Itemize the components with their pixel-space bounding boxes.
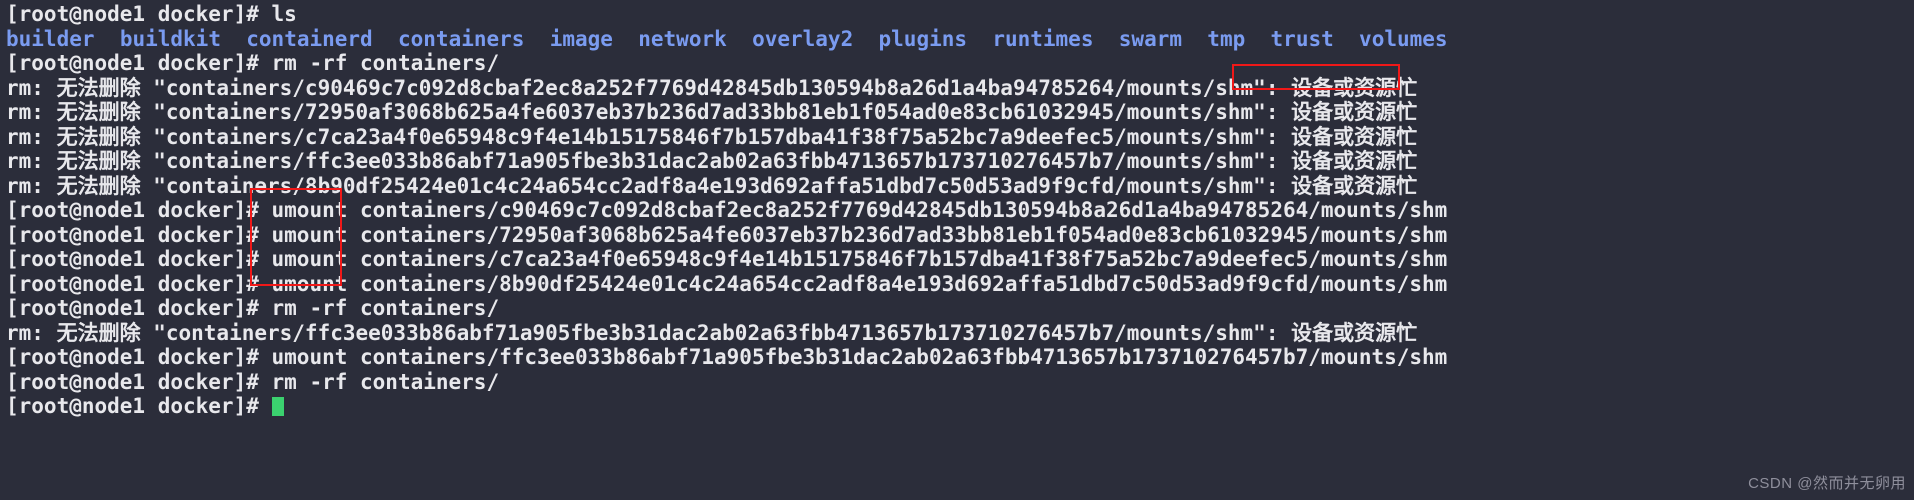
shell-prompt: [root@node1 docker]# xyxy=(6,2,272,26)
shell-prompt: [root@node1 docker]# xyxy=(6,271,272,296)
terminal-line: [root@node1 docker]# umount containers/c… xyxy=(2,247,1914,272)
directory-entry-tmp: tmp xyxy=(1207,26,1246,51)
error-suffix: ": xyxy=(1253,173,1292,198)
directory-entry-containerd: containerd xyxy=(246,26,373,51)
directory-gap xyxy=(524,27,549,51)
shell-prompt: [root@node1 docker]# xyxy=(6,369,272,394)
error-reason: 设备或资源忙 xyxy=(1291,100,1418,124)
terminal-line: rm: 无法删除 "containers/72950af3068b625a4fe… xyxy=(2,100,1914,125)
directory-gap xyxy=(1245,27,1270,51)
error-reason: 设备或资源忙 xyxy=(1291,75,1418,100)
shell-prompt: [root@node1 docker]# xyxy=(6,296,272,320)
directory-gap xyxy=(613,27,638,51)
error-reason: 设备或资源忙 xyxy=(1291,149,1418,173)
error-target-path: containers/72950af3068b625a4fe6037eb37b2… xyxy=(165,100,1254,124)
error-target-path: containers/c90469c7c092d8cbaf2ec8a252f77… xyxy=(165,75,1254,100)
shell-prompt: [root@node1 docker]# xyxy=(6,394,272,418)
directory-entry-containers: containers xyxy=(398,26,525,51)
directory-entry-trust: trust xyxy=(1270,26,1334,51)
error-reason: 设备或资源忙 xyxy=(1291,173,1418,198)
terminal-line: rm: 无法删除 "containers/ffc3ee033b86abf71a9… xyxy=(2,321,1914,346)
shell-command: ls xyxy=(271,2,297,26)
error-suffix: ": xyxy=(1253,320,1292,345)
watermark: CSDN @然而并无卵用 xyxy=(1748,474,1906,492)
error-target-path: containers/8b90df25424e01c4c24a654cc2adf… xyxy=(165,173,1254,198)
directory-entry-image: image xyxy=(549,26,613,51)
directory-entry-swarm: swarm xyxy=(1118,26,1182,51)
directory-entry-builder: builder xyxy=(6,26,95,51)
shell-command: rm -rf containers/ xyxy=(271,296,500,320)
terminal-line: [root@node1 docker]# umount containers/7… xyxy=(2,223,1914,248)
directory-gap xyxy=(1093,27,1118,51)
error-suffix: ": xyxy=(1253,149,1292,173)
error-prefix: rm: 无法删除 " xyxy=(6,75,166,100)
error-reason: 设备或资源忙 xyxy=(1291,320,1418,345)
error-prefix: rm: 无法删除 " xyxy=(6,149,166,173)
directory-entry-network: network xyxy=(638,26,727,51)
error-suffix: ": xyxy=(1253,100,1292,124)
shell-command: rm -rf containers/ xyxy=(271,369,500,394)
terminal-line: builder buildkit containerd containers i… xyxy=(2,27,1914,52)
directory-entry-runtimes: runtimes xyxy=(992,26,1094,51)
terminal-window[interactable]: [root@node1 docker]# ls builder buildkit … xyxy=(0,0,1914,500)
terminal-line: [root@node1 docker]# umount containers/8… xyxy=(2,272,1914,297)
cursor-block xyxy=(271,397,284,416)
shell-prompt: [root@node1 docker]# xyxy=(6,247,272,271)
terminal-line: rm: 无法删除 "containers/c90469c7c092d8cbaf2… xyxy=(2,76,1914,101)
directory-entry-plugins: plugins xyxy=(878,26,968,51)
error-target-path: containers/ffc3ee033b86abf71a905fbe3b31d… xyxy=(165,149,1254,173)
error-prefix: rm: 无法删除 " xyxy=(6,173,166,198)
shell-command: umount containers/72950af3068b625a4fe603… xyxy=(271,222,1448,247)
terminal-output: [root@node1 docker]# ls builder buildkit … xyxy=(2,2,1914,419)
error-reason: 设备或资源忙 xyxy=(1291,124,1418,149)
error-target-path: containers/c7ca23a4f0e65948c9f4e14b15175… xyxy=(165,124,1254,149)
directory-entry-buildkit: buildkit xyxy=(119,26,221,51)
directory-gap xyxy=(95,27,120,51)
shell-command: umount containers/ffc3ee033b86abf71a905f… xyxy=(271,345,1448,369)
directory-gap xyxy=(221,27,246,51)
terminal-line: [root@node1 docker]# ls xyxy=(2,2,1914,27)
directory-entry-overlay2: overlay2 xyxy=(752,26,854,51)
terminal-line: rm: 无法删除 "containers/c7ca23a4f0e65948c9f… xyxy=(2,125,1914,150)
directory-gap xyxy=(967,27,992,51)
directory-gap xyxy=(1334,27,1359,51)
terminal-line: [root@node1 docker]# umount containers/c… xyxy=(2,198,1914,223)
directory-gap xyxy=(373,27,398,51)
shell-command: umount containers/c90469c7c092d8cbaf2ec8… xyxy=(271,198,1448,222)
error-prefix: rm: 无法删除 " xyxy=(6,100,166,124)
shell-prompt: [root@node1 docker]# xyxy=(6,198,272,222)
terminal-line: [root@node1 docker]# umount containers/f… xyxy=(2,345,1914,370)
terminal-line: rm: 无法删除 "containers/8b90df25424e01c4c24… xyxy=(2,174,1914,199)
directory-entry-volumes: volumes xyxy=(1359,26,1448,51)
terminal-line: [root@node1 docker]# rm -rf containers/ xyxy=(2,370,1914,395)
error-suffix: ": xyxy=(1253,124,1292,149)
error-prefix: rm: 无法删除 " xyxy=(6,320,166,345)
error-suffix: ": xyxy=(1253,75,1292,100)
terminal-line: [root@node1 docker]# rm -rf containers/ xyxy=(2,51,1914,76)
shell-command: rm -rf containers/ xyxy=(271,51,500,75)
terminal-line: [root@node1 docker]# xyxy=(2,394,1914,419)
error-prefix: rm: 无法删除 " xyxy=(6,124,166,149)
shell-prompt: [root@node1 docker]# xyxy=(6,51,272,75)
directory-gap xyxy=(727,27,752,51)
terminal-line: rm: 无法删除 "containers/ffc3ee033b86abf71a9… xyxy=(2,149,1914,174)
shell-prompt: [root@node1 docker]# xyxy=(6,345,272,369)
directory-gap xyxy=(1182,27,1207,51)
error-target-path: containers/ffc3ee033b86abf71a905fbe3b31d… xyxy=(165,320,1254,345)
directory-gap xyxy=(853,27,878,51)
terminal-line: [root@node1 docker]# rm -rf containers/ xyxy=(2,296,1914,321)
shell-prompt: [root@node1 docker]# xyxy=(6,222,272,247)
shell-command: umount containers/8b90df25424e01c4c24a65… xyxy=(271,271,1448,296)
shell-command: umount containers/c7ca23a4f0e65948c9f4e1… xyxy=(271,247,1448,271)
